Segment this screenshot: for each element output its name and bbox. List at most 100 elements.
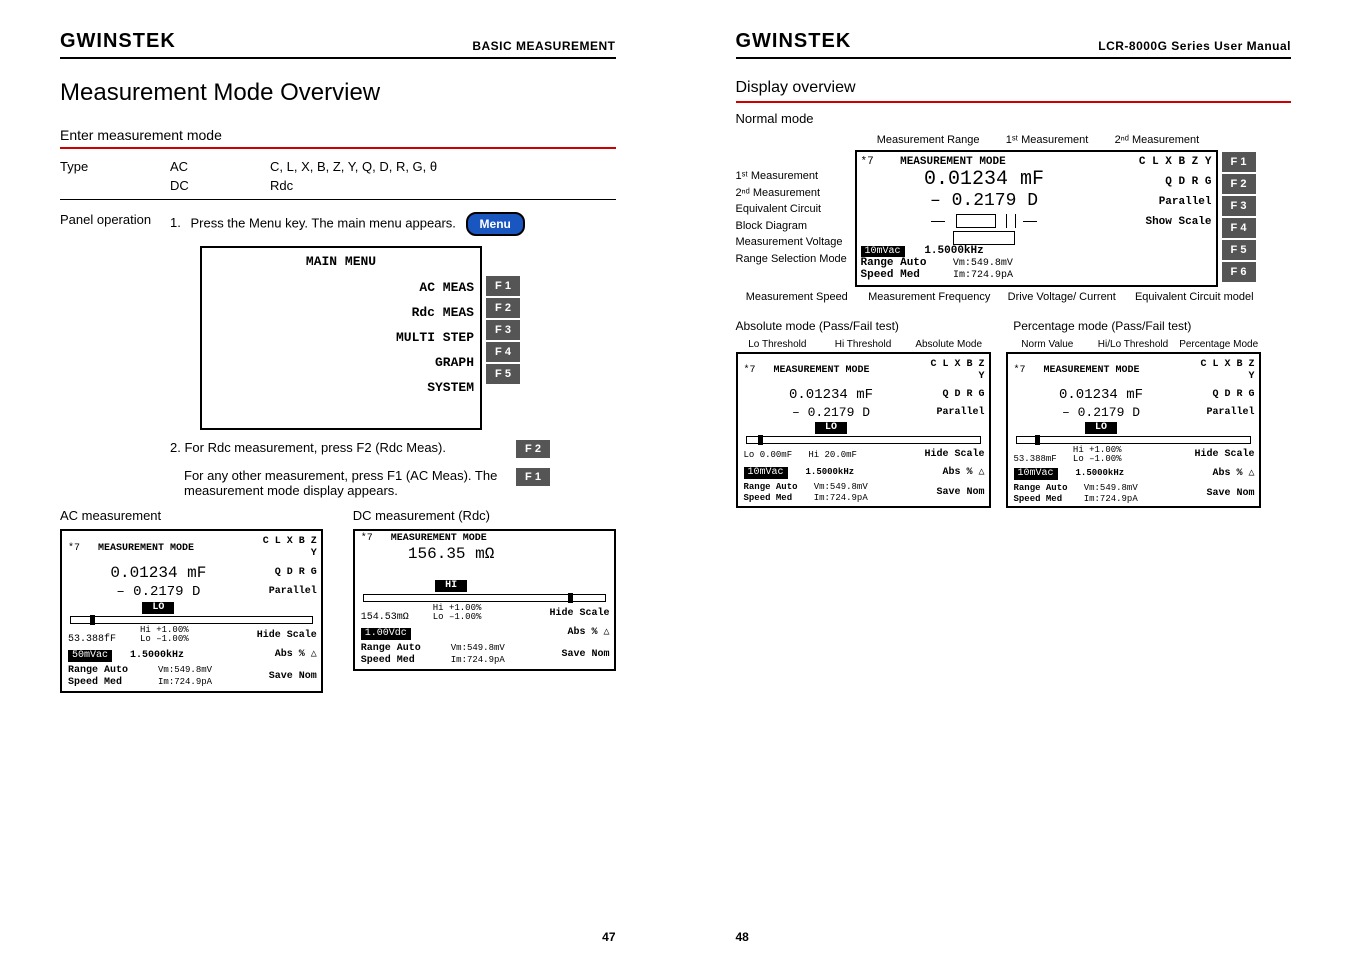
pct-lo-thresh: Lo –1.00% [1073,454,1122,464]
ac-vac: 50mVac [68,650,112,662]
abs-lo-badge: LO [815,422,847,434]
f5-key[interactable]: F 5 [486,364,520,384]
ac-side-clxbzy: C L X B Z Y [253,533,317,564]
pct-side-hide-scale: Hide Scale [1193,446,1255,464]
abs-vm: Vm:549.8mV [814,482,868,492]
ac-reading-1: 0.01234 mF [64,564,253,583]
ac-speed: Speed Med [68,677,122,688]
abs-side-parallel: Parallel [923,404,985,422]
step-1-text: Press the Menu key. The main menu appear… [190,215,455,230]
ov-f2[interactable]: F 2 [1222,174,1256,194]
pct-header-mode: MEASUREMENT MODE [1044,365,1140,376]
step-2a-text: For Rdc measurement, press F2 (Rdc Meas)… [184,440,446,455]
ac-norm-value: 53.388fF [68,634,116,645]
ac-side-hide-scale: Hide Scale [253,627,317,646]
ac-lo-badge: LO [142,602,174,614]
dc-reading-1: 156.35 mΩ [357,545,546,564]
ov-f5[interactable]: F 5 [1222,240,1256,260]
ov-vm: Vm:549.8mV [953,258,1013,269]
abs-speed: Speed Med [744,493,793,503]
menu-item-graph: GRAPH [202,350,474,375]
pct-mode-block: Norm Value Hi/Lo Threshold Percentage Mo… [1006,339,1261,508]
ac-im: Im:724.9pA [158,677,212,687]
f3-key[interactable]: F 3 [486,320,520,340]
ov-f3[interactable]: F 3 [1222,196,1256,216]
ac-header-mode: MEASUREMENT MODE [98,543,194,554]
f1-key[interactable]: F 1 [486,276,520,296]
pct-lcd: *7 MEASUREMENT MODE C L X B Z Y 0.01234 … [1006,352,1261,508]
ov-label-meas-freq: Measurement Frequency [868,291,991,303]
ov-reading-2: – 0.2179 D [861,191,1108,211]
pct-header-star: *7 [1014,365,1026,376]
display-overview-heading: Display overview [736,79,1292,97]
ov-side-parallel: Parallel [1112,196,1212,208]
ov-f1[interactable]: F 1 [1222,152,1256,172]
abs-mode-block: Lo Threshold Hi Threshold Absolute Mode … [736,339,991,508]
ov-label-2nd: 2ⁿᵈ Measurement [736,185,851,202]
abs-hi-scale: Hi 20.0mF [808,450,857,460]
f4-key[interactable]: F 4 [486,342,520,362]
pct-speed: Speed Med [1014,494,1063,504]
abs-header-star: *7 [744,365,756,376]
enter-mode-heading: Enter measurement mode [60,127,616,143]
ov-range: Range Auto [861,257,927,269]
menu-key-button[interactable]: Menu [466,212,525,236]
pct-side-clxbzy: C L X B Z Y [1193,356,1255,386]
pct-side-abs: Abs % △ [1193,465,1255,483]
type-ac-params: C, L, X, B, Z, Y, Q, D, R, G, θ [270,159,616,174]
ov-side-show-scale: Show Scale [1112,216,1212,228]
page-number-right: 48 [736,930,749,944]
dc-vdc: 1.00Vdc [361,628,411,640]
dc-lcd: *7 MEASUREMENT MODE 156.35 mΩ HI [353,529,616,671]
f2-key[interactable]: F 2 [486,298,520,318]
page-header-right: GWINSTEK LCR-8000G Series User Manual [736,30,1292,59]
f2-key-inline[interactable]: F 2 [516,440,550,458]
header-title-left: BASIC MEASUREMENT [472,39,615,53]
pct-side-parallel: Parallel [1193,404,1255,422]
pct-field-hilo: Hi/Lo Threshold [1091,339,1175,350]
type-dc-params: Rdc [270,178,616,193]
ov-label-meas-range: Measurement Range [877,134,980,146]
ov-f6[interactable]: F 6 [1222,262,1256,282]
section-title: Measurement Mode Overview [60,79,616,107]
dc-norm-value: 154.53mΩ [361,612,409,623]
dc-side-save-nom: Save Nom [546,646,610,665]
f1-key-inline[interactable]: F 1 [516,468,550,486]
ov-label-range-sel: Range Selection Mode [736,251,851,268]
ac-header-star: *7 [68,543,80,554]
divider [60,199,616,200]
dc-im: Im:724.9pA [451,655,505,665]
ov-reading-1: 0.01234 mF [861,168,1108,191]
dc-speed: Speed Med [361,655,415,666]
abs-field-hi: Hi Threshold [821,339,905,350]
ac-range: Range Auto [68,665,128,676]
ov-label-1st-top: 1ˢᵗ Measurement [1006,134,1089,146]
main-menu-title: MAIN MENU [202,248,480,275]
ov-f4[interactable]: F 4 [1222,218,1256,238]
dc-side-abs: Abs % △ [546,624,610,643]
pct-range: Range Auto [1014,483,1068,493]
main-menu-screenshot: MAIN MENU AC MEAS Rdc MEAS MULTI STEP GR… [200,246,520,430]
pct-field-mode: Percentage Mode [1177,339,1261,350]
ov-label-drive-vi: Drive Voltage/ Current [1001,291,1124,303]
pct-field-norm: Norm Value [1006,339,1090,350]
ov-side-qdrg: Q D R G [1112,176,1212,188]
type-ac: AC [170,159,270,174]
ac-scale-bar [70,616,313,624]
pct-vac: 10mVac [1014,468,1058,480]
abs-side-abs: Abs % △ [923,464,985,482]
ov-freq: 1.5000kHz [924,245,983,257]
ac-side-abs: Abs % △ [253,646,317,665]
ac-measurement-block: AC measurement *7 MEASUREMENT MODE C L X… [60,508,323,693]
page-number-left: 47 [602,930,615,944]
normal-mode-diagram: Measurement Range 1ˢᵗ Measurement 2ⁿᵈ Me… [736,134,1256,303]
pct-scale-bar [1016,436,1251,444]
ac-measurement-label: AC measurement [60,508,323,523]
abs-reading-2: – 0.2179 D [740,405,923,421]
ov-header-mode: MEASUREMENT MODE [900,156,1006,168]
step-1-number: 1. [170,215,181,230]
menu-item-rdc-meas: Rdc MEAS [202,300,474,325]
abs-header-mode: MEASUREMENT MODE [774,365,870,376]
abs-side-hide-scale: Hide Scale [923,446,985,464]
abs-side-save-nom: Save Nom [923,484,985,502]
